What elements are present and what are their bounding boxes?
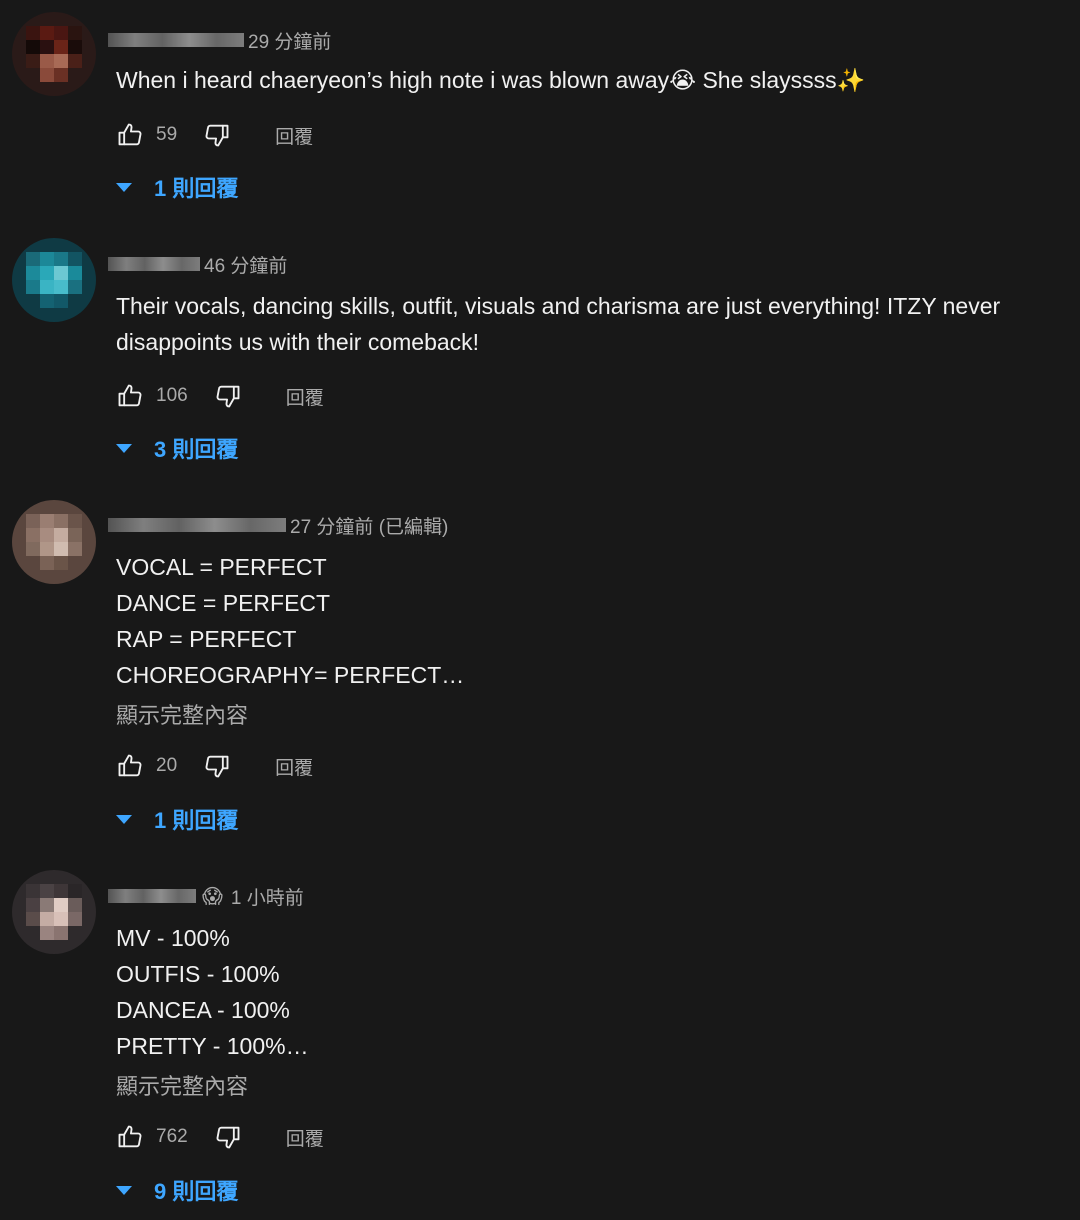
comment-timestamp[interactable]: 27 分鐘前 (已編輯) xyxy=(290,512,448,539)
like-count: 106 xyxy=(156,385,188,406)
thumbs-down-icon xyxy=(205,124,229,147)
like-count: 762 xyxy=(156,1126,188,1147)
author-name-redacted[interactable] xyxy=(108,518,286,532)
reply-button[interactable]: 回覆 xyxy=(286,383,324,410)
thumbs-up-icon xyxy=(118,123,142,146)
view-replies-button[interactable]: 9 則回覆 xyxy=(114,1175,238,1205)
like-button[interactable] xyxy=(116,121,144,149)
thumbs-down-icon xyxy=(216,385,240,408)
avatar[interactable] xyxy=(12,12,96,96)
like-count: 20 xyxy=(156,755,178,776)
comment-timestamp[interactable]: 46 分鐘前 xyxy=(204,251,287,278)
comment-actions: 59 回覆 xyxy=(116,120,313,150)
comment-timestamp[interactable]: 1 小時前 xyxy=(231,883,304,910)
comment-actions: 762 回覆 xyxy=(116,1122,324,1152)
avatar[interactable] xyxy=(12,500,96,584)
author-name-redacted[interactable] xyxy=(108,889,196,903)
dislike-button[interactable] xyxy=(203,752,231,780)
reply-button[interactable]: 回覆 xyxy=(286,1124,324,1151)
like-button[interactable] xyxy=(116,752,144,780)
thumbs-down-icon xyxy=(205,755,229,778)
show-more-button[interactable]: 顯示完整內容 xyxy=(116,698,248,730)
thumbs-down-icon xyxy=(216,1126,240,1149)
comment-header: 29 分鐘前 xyxy=(108,27,331,54)
caret-down-icon xyxy=(116,814,132,824)
reply-button[interactable]: 回覆 xyxy=(275,753,313,780)
comment-actions: 20 回覆 xyxy=(116,751,313,781)
author-name-redacted[interactable] xyxy=(108,257,200,271)
thumbs-up-icon xyxy=(118,384,142,407)
comment-text: When i heard chaeryeon’s high note i was… xyxy=(116,67,866,93)
caret-down-icon xyxy=(116,1185,132,1195)
like-count: 59 xyxy=(156,124,178,145)
view-replies-button[interactable]: 1 則回覆 xyxy=(114,804,238,834)
avatar[interactable] xyxy=(12,870,96,954)
replies-count-label: 3 則回覆 xyxy=(154,437,239,462)
view-replies-button[interactable]: 1 則回覆 xyxy=(114,172,238,202)
comment-text: MV - 100% OUTFIS - 100% DANCEA - 100% PR… xyxy=(116,925,309,1059)
reply-button[interactable]: 回覆 xyxy=(275,122,313,149)
thumbs-up-icon xyxy=(118,754,142,777)
caret-down-icon xyxy=(116,182,132,192)
comment-timestamp[interactable]: 29 分鐘前 xyxy=(248,27,331,54)
comment-text: VOCAL = PERFECT DANCE = PERFECT RAP = PE… xyxy=(116,554,465,688)
author-name-redacted[interactable] xyxy=(108,33,244,47)
dislike-button[interactable] xyxy=(203,121,231,149)
caret-down-icon xyxy=(116,443,132,453)
comment-text: Their vocals, dancing skills, outfit, vi… xyxy=(116,293,1007,355)
like-button[interactable] xyxy=(116,382,144,410)
comment-actions: 106 回覆 xyxy=(116,381,324,411)
dislike-button[interactable] xyxy=(214,382,242,410)
comment-header: 27 分鐘前 (已編輯) xyxy=(108,512,448,539)
comment-header: 😱 1 小時前 xyxy=(108,883,304,910)
avatar[interactable] xyxy=(12,238,96,322)
replies-count-label: 9 則回覆 xyxy=(154,1179,239,1204)
show-more-button[interactable]: 顯示完整內容 xyxy=(116,1069,248,1101)
thumbs-up-icon xyxy=(118,1125,142,1148)
replies-count-label: 1 則回覆 xyxy=(154,808,239,833)
replies-count-label: 1 則回覆 xyxy=(154,176,239,201)
author-name-emoji: 😱 xyxy=(202,885,223,908)
dislike-button[interactable] xyxy=(214,1123,242,1151)
like-button[interactable] xyxy=(116,1123,144,1151)
view-replies-button[interactable]: 3 則回覆 xyxy=(114,433,238,463)
comment-header: 46 分鐘前 xyxy=(108,251,287,278)
